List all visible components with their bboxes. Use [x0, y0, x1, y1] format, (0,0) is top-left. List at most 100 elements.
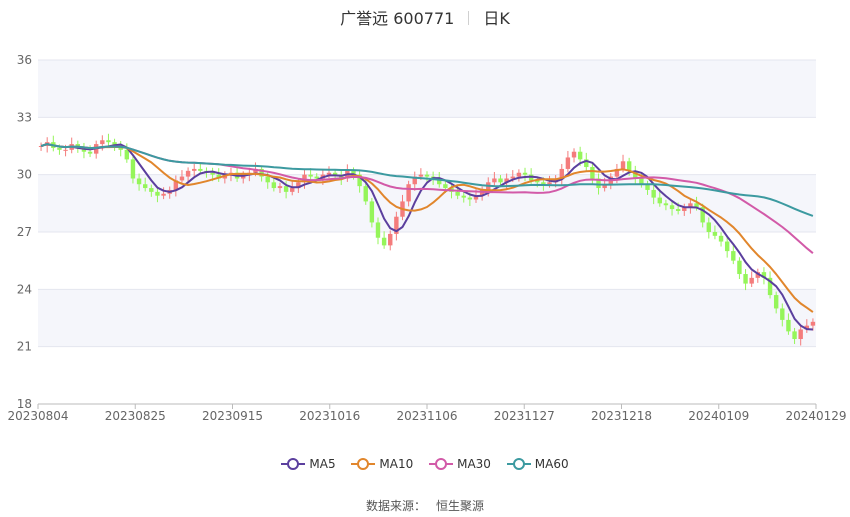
legend-ma60-label: MA60 [534, 457, 569, 471]
candle-body [314, 176, 319, 179]
candle-body [332, 172, 338, 175]
x-tick-label: 20240129 [785, 409, 846, 423]
legend-ma5[interactable]: MA5 [281, 457, 336, 471]
candle-body [424, 174, 430, 177]
legend-ma60[interactable]: MA60 [506, 457, 569, 471]
y-tick-label: 33 [17, 110, 32, 124]
x-tick-label: 20231106 [396, 409, 457, 423]
candle-body [210, 172, 215, 175]
grid-band [38, 346, 816, 404]
source-name: 恒生聚源 [436, 499, 485, 513]
candle-body [565, 157, 571, 169]
legend-ma5-dot [287, 458, 300, 470]
legend-ma10[interactable]: MA10 [351, 457, 413, 471]
candle-body [455, 191, 460, 196]
candle-body [277, 186, 283, 189]
candle-body [522, 172, 528, 175]
candle-body [57, 147, 62, 150]
legend-ma60-dot [512, 458, 525, 470]
candle-body [810, 321, 816, 326]
candle-body [669, 205, 675, 210]
candle-body [541, 182, 546, 185]
candle-body [577, 151, 583, 160]
y-tick-label: 21 [17, 340, 32, 354]
candle-body [571, 151, 577, 158]
candle-body [418, 174, 424, 177]
candle-body [406, 184, 411, 202]
x-tick-label: 20231218 [591, 409, 652, 423]
candle-body [773, 295, 779, 309]
candle-body [792, 331, 797, 340]
legend-ma30[interactable]: MA30 [429, 457, 491, 471]
candle-body [381, 237, 387, 246]
candle-body [308, 174, 313, 177]
legend-ma30-label: MA30 [457, 457, 491, 471]
candle-body [620, 161, 626, 169]
candle-body [192, 168, 197, 171]
y-tick-label: 30 [17, 168, 32, 182]
candle-body [326, 172, 332, 175]
candle-body [724, 241, 730, 252]
candle-body [547, 182, 552, 185]
legend-ma10-label: MA10 [379, 457, 414, 471]
grid-band [38, 60, 816, 118]
candle-body [706, 222, 712, 232]
legend-ma10-marker [351, 458, 376, 470]
candle-body [290, 188, 295, 192]
candle-body [498, 178, 503, 183]
candle-body [675, 209, 681, 211]
candle-body [87, 151, 93, 154]
candle-body [136, 178, 142, 185]
candle-body [718, 235, 724, 242]
candle-body [651, 189, 656, 198]
y-tick-label: 27 [17, 225, 32, 239]
candle-body [590, 167, 595, 179]
candle-body [786, 319, 791, 332]
candle-body [198, 168, 203, 171]
grid-band [38, 232, 816, 290]
legend-ma10-dot [357, 458, 370, 470]
data-source: 数据来源： 恒生聚源 [0, 497, 850, 514]
x-tick-label: 20230804 [7, 409, 68, 423]
candle-body [161, 193, 166, 196]
candle-body [185, 170, 191, 177]
candlestick-chart: 1821242730333620230804 20230825 20230915 20… [7, 53, 846, 423]
candle-body [124, 149, 130, 160]
candle-body [467, 197, 473, 200]
x-tick-label: 20240109 [688, 409, 749, 423]
x-tick-label: 20230825 [105, 409, 166, 423]
candle-body [100, 140, 105, 145]
candle-body [731, 251, 736, 261]
candle-body [63, 149, 68, 151]
candle-body [363, 186, 368, 202]
source-label: 数据来源： [365, 499, 426, 513]
candle-body [149, 188, 154, 192]
candle-body [375, 222, 381, 238]
candle-body [657, 197, 662, 204]
candle-body [142, 184, 148, 189]
y-tick-label: 36 [17, 53, 32, 67]
grid-band [38, 289, 816, 347]
candle-body [743, 274, 748, 284]
legend-ma30-dot [435, 458, 448, 470]
legend-ma30-marker [429, 458, 454, 470]
y-tick-label: 24 [17, 282, 32, 296]
candle-body [443, 184, 448, 189]
x-tick-label: 20230915 [202, 409, 263, 423]
legend-ma5-label: MA5 [309, 457, 336, 471]
candle-body [516, 172, 522, 177]
candle-body [737, 260, 742, 275]
candle-body [265, 176, 270, 183]
legend: MA5 MA10 MA30 MA60 [0, 457, 850, 471]
candle-body [461, 195, 466, 198]
candle-body [749, 277, 754, 284]
x-tick-label: 20231127 [494, 409, 555, 423]
candle-body [130, 159, 136, 179]
candle-body [369, 201, 375, 223]
candle-body [780, 308, 785, 320]
candle-body [663, 203, 669, 206]
candle-body [106, 140, 111, 143]
candle-body [492, 178, 497, 183]
candle-body [155, 191, 160, 196]
candle-body [798, 329, 803, 340]
